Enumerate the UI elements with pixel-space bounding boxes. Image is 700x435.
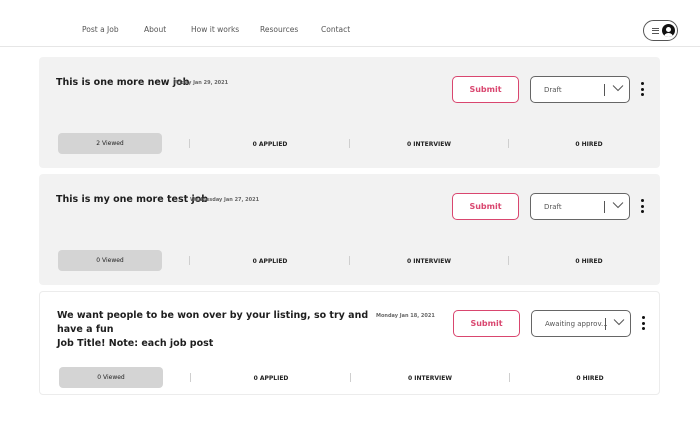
job-card: This is my one more test job Wednesday J…	[39, 174, 660, 285]
stat-divider	[508, 139, 509, 148]
status-value: Awaiting approv...	[545, 320, 607, 328]
stat-divider	[509, 373, 510, 382]
status-value: Draft	[544, 86, 562, 94]
nav-how-it-works[interactable]: How it works	[191, 25, 239, 34]
hired-count[interactable]: 0 HIRED	[549, 141, 629, 148]
stat-divider	[190, 373, 191, 382]
job-title-line: We want people to be won over by your li…	[57, 310, 369, 335]
job-card: We want people to be won over by your li…	[39, 291, 660, 395]
more-options-icon[interactable]	[637, 198, 647, 214]
status-dropdown[interactable]: Draft	[530, 76, 630, 103]
job-title[interactable]: This is my one more test job	[56, 193, 208, 207]
job-title-line: Job Title! Note: each job post	[57, 338, 214, 349]
user-avatar-icon	[662, 24, 675, 37]
dropdown-divider	[605, 318, 606, 330]
stat-divider	[349, 256, 350, 265]
viewed-count[interactable]: 2 Viewed	[58, 133, 162, 154]
more-options-icon[interactable]	[637, 81, 647, 97]
more-options-icon[interactable]	[638, 315, 648, 331]
applied-count[interactable]: 0 APPLIED	[230, 141, 310, 148]
job-date: Wednesday Jan 27, 2021	[190, 197, 260, 203]
stat-divider	[189, 139, 190, 148]
dropdown-divider	[604, 201, 605, 213]
stat-divider	[349, 139, 350, 148]
viewed-count[interactable]: 0 Viewed	[59, 367, 163, 388]
chevron-down-icon	[612, 85, 624, 92]
submit-button[interactable]: Submit	[453, 310, 520, 337]
hamburger-menu-icon	[652, 27, 659, 34]
job-date: Friday Jan 29, 2021	[174, 80, 229, 86]
nav-about[interactable]: About	[144, 25, 166, 34]
hired-count[interactable]: 0 HIRED	[550, 375, 630, 382]
nav-resources[interactable]: Resources	[260, 25, 298, 34]
nav-contact[interactable]: Contact	[321, 25, 350, 34]
dropdown-divider	[604, 84, 605, 96]
chevron-down-icon	[613, 319, 625, 326]
job-card: This is one more new job Friday Jan 29, …	[39, 57, 660, 168]
status-dropdown[interactable]: Awaiting approv...	[531, 310, 631, 337]
hired-count[interactable]: 0 HIRED	[549, 258, 629, 265]
viewed-count[interactable]: 0 Viewed	[58, 250, 162, 271]
status-value: Draft	[544, 203, 562, 211]
interview-count[interactable]: 0 INTERVIEW	[389, 141, 469, 148]
interview-count[interactable]: 0 INTERVIEW	[389, 258, 469, 265]
status-dropdown[interactable]: Draft	[530, 193, 630, 220]
stat-divider	[350, 373, 351, 382]
chevron-down-icon	[612, 202, 624, 209]
applied-count[interactable]: 0 APPLIED	[231, 375, 311, 382]
job-title[interactable]: This is one more new job	[56, 76, 189, 90]
account-menu-button[interactable]	[643, 20, 678, 41]
submit-button[interactable]: Submit	[452, 193, 519, 220]
interview-count[interactable]: 0 INTERVIEW	[390, 375, 470, 382]
nav-post-a-job[interactable]: Post a Job	[82, 25, 119, 34]
top-navbar: Post a Job About How it works Resources …	[0, 0, 700, 47]
job-title[interactable]: We want people to be won over by your li…	[57, 309, 377, 351]
stat-divider	[508, 256, 509, 265]
submit-button[interactable]: Submit	[452, 76, 519, 103]
applied-count[interactable]: 0 APPLIED	[230, 258, 310, 265]
job-date: Monday Jan 18, 2021	[376, 313, 435, 319]
stat-divider	[189, 256, 190, 265]
